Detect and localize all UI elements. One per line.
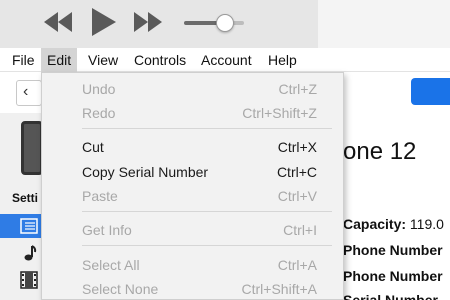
menu-item-undo[interactable]: Undo Ctrl+Z — [42, 77, 343, 101]
chevron-left-icon: ‹ — [23, 83, 29, 100]
menu-item-shortcut: Ctrl+A — [277, 257, 317, 273]
device-title: one 12 — [343, 138, 417, 165]
menu-item-shortcut: Ctrl+Z — [278, 81, 318, 97]
menu-item-shortcut: Ctrl+Shift+Z — [242, 105, 317, 121]
menu-separator — [82, 128, 332, 129]
menu-help[interactable]: Help — [262, 48, 303, 72]
menu-item-select-all[interactable]: Select All Ctrl+A — [42, 253, 343, 277]
menu-item-redo[interactable]: Redo Ctrl+Shift+Z — [42, 101, 343, 125]
capacity-row: Capacity: 119.0 — [343, 216, 444, 232]
phone-number-row-1: Phone Number — [343, 242, 443, 258]
capacity-label: Capacity: — [343, 216, 407, 232]
menu-item-cut[interactable]: Cut Ctrl+X — [42, 135, 343, 159]
menu-item-label: Select None — [82, 281, 159, 297]
menu-item-shortcut: Ctrl+I — [283, 222, 317, 238]
menu-edit[interactable]: Edit — [41, 48, 78, 72]
menu-account[interactable]: Account — [195, 48, 258, 72]
back-button[interactable]: ‹ — [16, 80, 42, 106]
edit-menu-dropdown: Undo Ctrl+Z Redo Ctrl+Shift+Z Cut Ctrl+X… — [41, 72, 344, 300]
serial-number-row: Serial Number — [343, 292, 438, 300]
menu-item-label: Paste — [82, 188, 118, 204]
phone-number-label: Phone Number — [343, 268, 443, 284]
primary-action-button[interactable] — [411, 78, 450, 105]
menu-item-shortcut: Ctrl+V — [277, 188, 317, 204]
menu-item-shortcut: Ctrl+C — [276, 164, 317, 180]
sidebar-item-summary[interactable] — [0, 214, 42, 238]
menu-item-label: Select All — [82, 257, 140, 273]
menu-file[interactable]: File — [6, 48, 41, 72]
sidebar-item-movies[interactable] — [0, 268, 42, 292]
iphone-device-icon — [21, 121, 43, 175]
menu-bar: File Edit View Controls Account Help — [0, 48, 450, 72]
phone-number-label: Phone Number — [343, 242, 443, 258]
play-icon[interactable] — [92, 8, 116, 36]
menu-item-label: Cut — [82, 139, 104, 155]
menu-item-shortcut: Ctrl+Shift+A — [241, 281, 317, 297]
menu-view[interactable]: View — [82, 48, 124, 72]
menu-item-copy-serial-number[interactable]: Copy Serial Number Ctrl+C — [42, 160, 343, 184]
rewind-icon[interactable] — [44, 12, 72, 32]
menu-item-get-info[interactable]: Get Info Ctrl+I — [42, 218, 343, 242]
capacity-value: 119.0 — [409, 216, 444, 232]
menu-item-label: Redo — [82, 105, 116, 121]
menu-controls[interactable]: Controls — [128, 48, 192, 72]
volume-knob[interactable] — [216, 14, 234, 32]
fast-forward-icon[interactable] — [134, 12, 162, 32]
phone-number-row-2: Phone Number — [343, 268, 443, 284]
menu-separator — [82, 245, 332, 246]
serial-number-label: Serial Number — [343, 292, 438, 300]
menu-item-paste[interactable]: Paste Ctrl+V — [42, 184, 343, 208]
film-icon — [20, 271, 38, 289]
menu-item-label: Get Info — [82, 222, 132, 238]
menu-separator — [82, 211, 332, 212]
volume-slider[interactable] — [184, 12, 244, 34]
music-note-icon — [24, 245, 37, 261]
sidebar-settings-heading: Setti — [12, 191, 39, 205]
menu-item-select-none[interactable]: Select None Ctrl+Shift+A — [42, 277, 343, 300]
sidebar-item-music[interactable] — [0, 241, 42, 265]
menu-item-label: Undo — [82, 81, 116, 97]
list-icon — [20, 218, 38, 234]
menu-item-shortcut: Ctrl+X — [277, 139, 317, 155]
toolbar-status-area — [318, 0, 450, 48]
menu-item-label: Copy Serial Number — [82, 164, 209, 180]
